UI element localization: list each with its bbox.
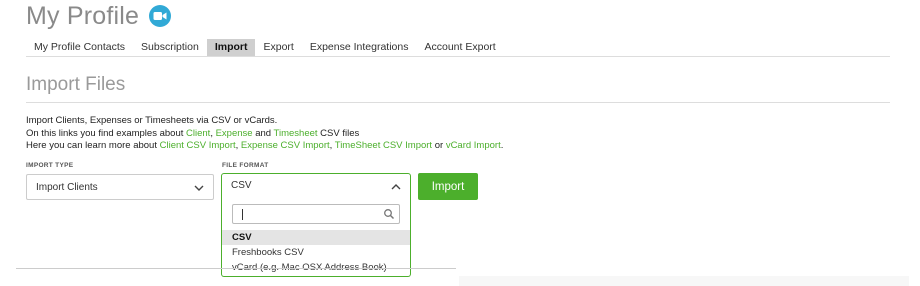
import-type-select[interactable]: Import Clients [26, 174, 214, 200]
dropdown-option-csv[interactable]: CSV [222, 230, 410, 245]
description-text: or [432, 140, 446, 151]
chevron-up-icon [391, 184, 401, 190]
text-cursor [242, 209, 243, 220]
file-format-search-input[interactable] [232, 204, 400, 224]
page-title: My Profile [26, 1, 140, 30]
chevron-down-icon [194, 185, 204, 191]
page-header: My Profile [26, 0, 172, 32]
tab-import[interactable]: Import [206, 39, 256, 56]
footer-divider [16, 268, 456, 269]
client-example-link[interactable]: Client [186, 128, 210, 139]
section-divider [26, 102, 890, 103]
dropdown-option-freshbooks-csv[interactable]: Freshbooks CSV [222, 245, 410, 260]
expense-example-link[interactable]: Expense [216, 128, 253, 139]
timesheet-csv-import-link[interactable]: TimeSheet CSV Import [335, 140, 432, 151]
tab-subscription[interactable]: Subscription [133, 39, 207, 56]
section-title: Import Files [26, 74, 126, 95]
footer-panel [459, 276, 909, 286]
import-type-value: Import Clients [36, 181, 98, 193]
tab-export[interactable]: Export [255, 39, 301, 56]
import-description: Import Clients, Expenses or Timesheets v… [26, 115, 503, 153]
description-text: . [500, 140, 504, 151]
client-csv-import-link[interactable]: Client CSV Import [160, 140, 236, 151]
vcard-import-link[interactable]: vCard Import [446, 140, 501, 151]
tab-expense-integrations[interactable]: Expense Integrations [302, 39, 417, 56]
profile-tabs: My Profile Contacts Subscription Import … [26, 39, 890, 57]
tab-my-profile-contacts[interactable]: My Profile Contacts [26, 39, 133, 56]
video-camera-icon[interactable] [149, 5, 172, 27]
import-button[interactable]: Import [418, 173, 478, 200]
tab-account-export[interactable]: Account Export [417, 39, 504, 56]
description-text: and [252, 127, 274, 139]
description-line-1: Import Clients, Expenses or Timesheets v… [26, 115, 278, 126]
file-format-value: CSV [231, 180, 252, 191]
description-text: CSV files [317, 127, 360, 139]
file-format-label: FILE FORMAT [222, 162, 269, 169]
file-format-dropdown: CSV Freshbooks CSV vCard (e.g. Mac OSX A… [221, 197, 411, 277]
description-line-3: Here you can learn more about Client CSV… [26, 140, 503, 153]
description-text: Here you can learn more about [26, 140, 160, 151]
file-format-select[interactable]: CSV [221, 173, 411, 198]
expense-csv-import-link[interactable]: Expense CSV Import [241, 140, 330, 151]
search-icon [384, 209, 395, 220]
description-text: On this links you find examples about [26, 127, 187, 139]
description-line-2: On this links you find examples about Cl… [26, 128, 503, 141]
timesheet-example-link[interactable]: Timesheet [274, 128, 318, 139]
import-type-label: IMPORT TYPE [26, 162, 74, 169]
